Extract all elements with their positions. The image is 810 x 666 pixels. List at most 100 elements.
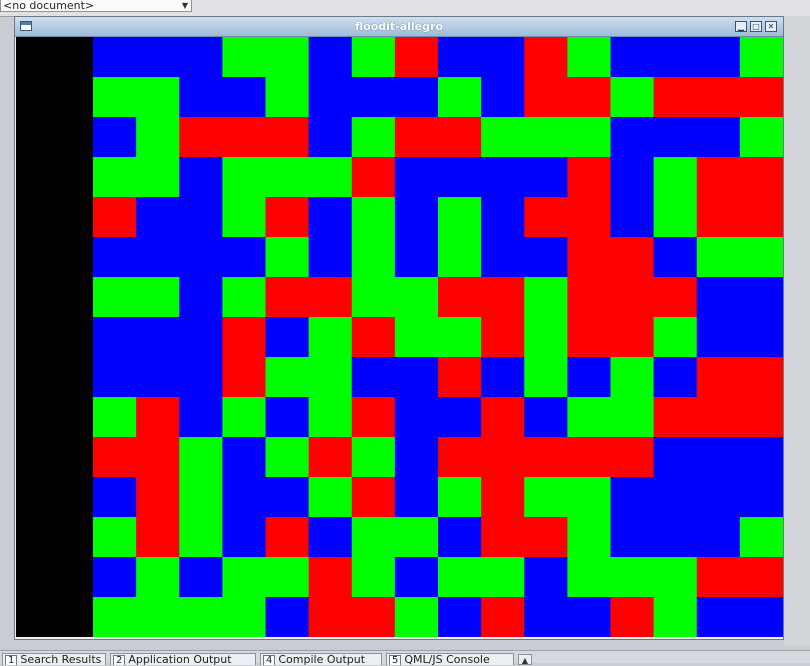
board-cell[interactable] <box>653 117 698 158</box>
board-cell[interactable] <box>524 157 568 198</box>
board-cell[interactable] <box>394 517 439 558</box>
board-cell[interactable] <box>136 237 180 278</box>
board-cell[interactable] <box>481 557 525 598</box>
board-cell[interactable] <box>394 237 439 278</box>
board-cell[interactable] <box>567 237 612 278</box>
board-cell[interactable] <box>481 477 525 518</box>
board-cell[interactable] <box>93 157 137 198</box>
board-cell[interactable] <box>653 357 698 398</box>
board-cell[interactable] <box>610 597 655 637</box>
board-cell[interactable] <box>438 517 482 558</box>
board-cell[interactable] <box>481 77 525 118</box>
board-cell[interactable] <box>179 437 223 478</box>
board-cell[interactable] <box>179 317 223 358</box>
board-cell[interactable] <box>179 77 223 118</box>
board-cell[interactable] <box>351 557 396 598</box>
board-cell[interactable] <box>653 317 698 358</box>
document-select[interactable]: <no document> ▼ <box>0 0 192 12</box>
board-cell[interactable] <box>394 477 439 518</box>
tab-qml-js-console[interactable]: 5 QML/JS Console <box>386 653 514 665</box>
board-cell[interactable] <box>179 117 223 158</box>
board-cell[interactable] <box>308 357 353 398</box>
board-cell[interactable] <box>524 597 568 637</box>
board-cell[interactable] <box>524 477 568 518</box>
board-cell[interactable] <box>394 397 439 438</box>
board-cell[interactable] <box>739 37 783 78</box>
board-cell[interactable] <box>265 357 310 398</box>
board-cell[interactable] <box>610 117 655 158</box>
board-cell[interactable] <box>739 317 783 358</box>
board-cell[interactable] <box>610 477 655 518</box>
board-cell[interactable] <box>567 557 612 598</box>
board-cell[interactable] <box>696 77 741 118</box>
board-cell[interactable] <box>351 37 396 78</box>
board-cell[interactable] <box>265 397 310 438</box>
board-cell[interactable] <box>136 397 180 438</box>
board-cell[interactable] <box>222 317 267 358</box>
board-cell[interactable] <box>739 437 783 478</box>
board-cell[interactable] <box>696 277 741 318</box>
flood-board[interactable] <box>93 37 783 637</box>
board-cell[interactable] <box>438 477 482 518</box>
board-cell[interactable] <box>136 517 180 558</box>
board-cell[interactable] <box>394 357 439 398</box>
board-cell[interactable] <box>351 117 396 158</box>
board-cell[interactable] <box>308 157 353 198</box>
board-cell[interactable] <box>351 437 396 478</box>
minimize-icon[interactable]: ▁ <box>735 21 747 32</box>
board-cell[interactable] <box>308 597 353 637</box>
board-cell[interactable] <box>567 357 612 398</box>
board-cell[interactable] <box>136 357 180 398</box>
board-cell[interactable] <box>438 237 482 278</box>
board-cell[interactable] <box>739 517 783 558</box>
board-cell[interactable] <box>653 277 698 318</box>
board-cell[interactable] <box>179 477 223 518</box>
board-cell[interactable] <box>308 517 353 558</box>
tab-application-output[interactable]: 2 Application Output <box>110 653 256 665</box>
board-cell[interactable] <box>179 597 223 637</box>
board-cell[interactable] <box>308 397 353 438</box>
board-cell[interactable] <box>351 477 396 518</box>
board-cell[interactable] <box>394 597 439 637</box>
board-cell[interactable] <box>481 157 525 198</box>
board-cell[interactable] <box>265 477 310 518</box>
board-cell[interactable] <box>351 157 396 198</box>
close-icon[interactable]: ✕ <box>765 21 777 32</box>
tab-compile-output[interactable]: 4 Compile Output <box>260 653 382 665</box>
board-cell[interactable] <box>93 237 137 278</box>
board-cell[interactable] <box>222 397 267 438</box>
board-cell[interactable] <box>222 517 267 558</box>
board-cell[interactable] <box>222 157 267 198</box>
board-cell[interactable] <box>524 357 568 398</box>
board-cell[interactable] <box>265 197 310 238</box>
board-cell[interactable] <box>136 597 180 637</box>
board-cell[interactable] <box>653 37 698 78</box>
board-cell[interactable] <box>265 77 310 118</box>
board-cell[interactable] <box>351 237 396 278</box>
board-cell[interactable] <box>739 197 783 238</box>
board-cell[interactable] <box>524 117 568 158</box>
board-cell[interactable] <box>653 157 698 198</box>
board-cell[interactable] <box>438 357 482 398</box>
board-cell[interactable] <box>481 437 525 478</box>
board-cell[interactable] <box>610 277 655 318</box>
board-cell[interactable] <box>524 317 568 358</box>
board-cell[interactable] <box>308 557 353 598</box>
board-cell[interactable] <box>93 437 137 478</box>
chevron-up-icon[interactable]: ▲ <box>518 654 532 665</box>
board-cell[interactable] <box>179 397 223 438</box>
board-cell[interactable] <box>222 117 267 158</box>
game-client-area[interactable] <box>16 37 783 637</box>
board-cell[interactable] <box>610 197 655 238</box>
board-cell[interactable] <box>653 557 698 598</box>
board-cell[interactable] <box>696 597 741 637</box>
board-cell[interactable] <box>222 77 267 118</box>
board-cell[interactable] <box>351 77 396 118</box>
board-cell[interactable] <box>265 117 310 158</box>
board-cell[interactable] <box>265 437 310 478</box>
board-cell[interactable] <box>394 37 439 78</box>
board-cell[interactable] <box>222 597 267 637</box>
board-cell[interactable] <box>93 77 137 118</box>
board-cell[interactable] <box>567 117 612 158</box>
board-cell[interactable] <box>524 197 568 238</box>
